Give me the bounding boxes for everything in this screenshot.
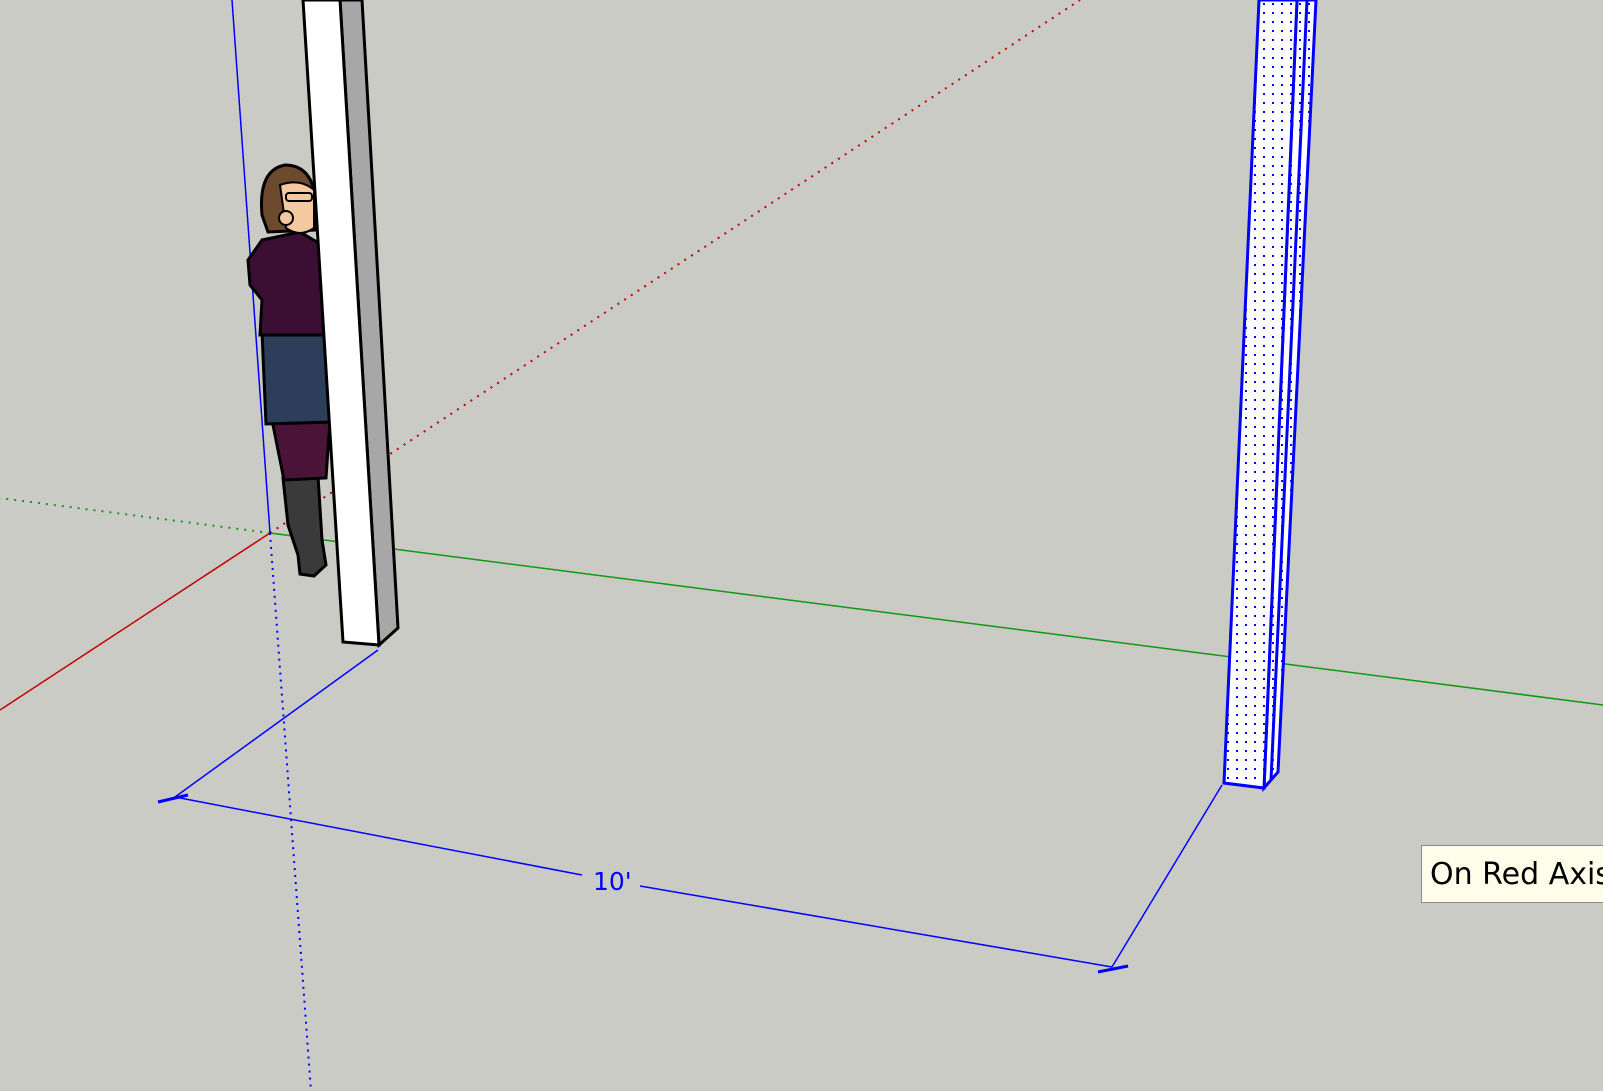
figure-skirt	[260, 328, 334, 426]
dimension-tick-right	[1097, 964, 1129, 974]
model-viewport[interactable]: 10' On Red Axis	[0, 0, 1603, 1091]
dimension-label: 10'	[593, 867, 632, 896]
dimension-line-right-segment	[639, 885, 1113, 968]
dimension-extension-right	[1111, 784, 1223, 968]
tooltip-text: On Red Axis	[1430, 857, 1603, 892]
green-axis-solid	[269, 532, 1603, 706]
red-axis-solid	[0, 532, 271, 711]
figure-boots	[281, 474, 328, 578]
column-far-selected[interactable]	[1222, 0, 1318, 793]
scene-canvas[interactable]: 10'	[0, 0, 1603, 1091]
figure-legs	[270, 418, 332, 482]
blue-axis-dotted	[269, 532, 312, 1091]
green-axis-dotted	[0, 497, 271, 534]
figure-hand-phone	[278, 210, 294, 226]
dimension-line-left-segment	[174, 796, 583, 876]
dimension-10ft[interactable]: 10'	[157, 649, 1223, 974]
red-axis-dotted	[269, 0, 1081, 534]
dimension-extension-left	[174, 649, 379, 798]
inference-tooltip: On Red Axis	[1421, 845, 1603, 903]
